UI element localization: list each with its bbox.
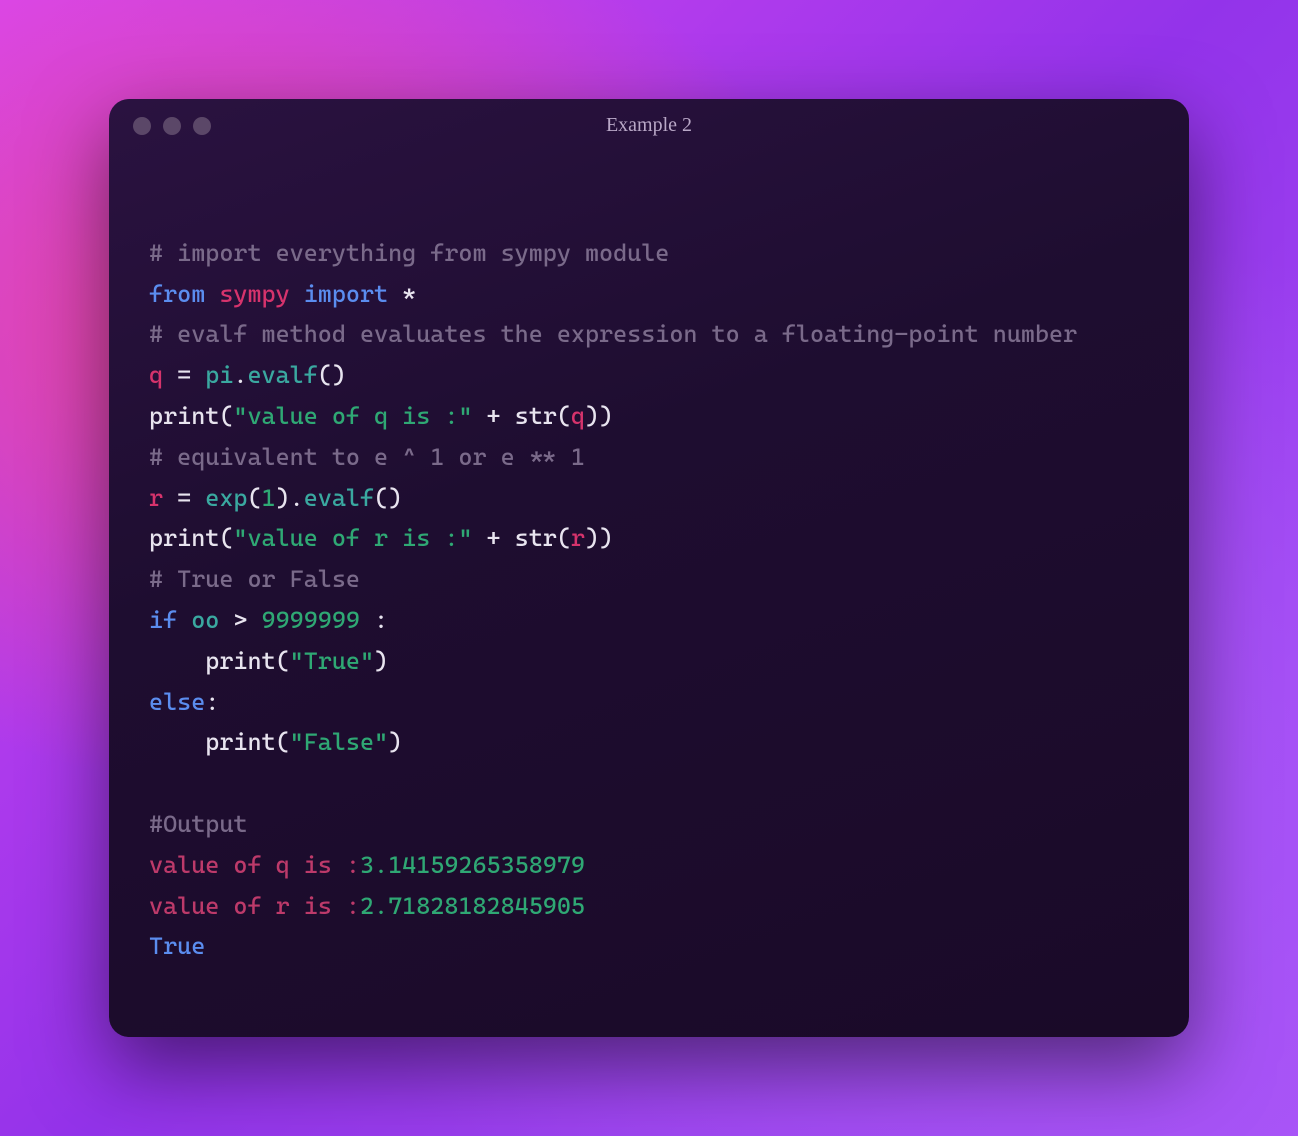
code-token: #Output xyxy=(149,810,247,838)
code-token: r xyxy=(571,524,585,552)
code-token: oo xyxy=(191,606,219,634)
code-token: "value of r is :" xyxy=(233,524,472,552)
code-token: import xyxy=(304,280,388,308)
code-token: # import everything from sympy module xyxy=(149,239,669,267)
code-token: value of r is : xyxy=(149,892,360,920)
code-token: evalf xyxy=(247,361,317,389)
traffic-lights xyxy=(133,117,211,135)
code-token: # True or False xyxy=(149,565,360,593)
code-token: if xyxy=(149,606,177,634)
code-token: str( xyxy=(515,524,571,552)
code-token: ( xyxy=(247,484,261,512)
code-token: print( xyxy=(149,402,233,430)
code-token: )) xyxy=(585,524,613,552)
code-token: print( xyxy=(149,647,290,675)
code-token: evalf xyxy=(304,484,374,512)
code-token: else xyxy=(149,688,205,716)
code-token: from xyxy=(149,280,205,308)
code-token: True xyxy=(149,932,205,960)
code-token: > xyxy=(219,606,261,634)
code-token: "False" xyxy=(290,728,388,756)
code-token: () xyxy=(318,361,346,389)
code-token: = xyxy=(163,484,205,512)
code-token xyxy=(205,280,219,308)
code-token: str( xyxy=(515,402,571,430)
minimize-icon[interactable] xyxy=(163,117,181,135)
code-token: print( xyxy=(149,728,290,756)
code-token: 1 xyxy=(262,484,276,512)
code-token xyxy=(177,606,191,634)
code-token: sympy xyxy=(219,280,289,308)
code-token: : xyxy=(205,688,219,716)
code-token: + xyxy=(472,524,514,552)
code-token: exp xyxy=(205,484,247,512)
code-token: ) xyxy=(374,647,388,675)
window-title: Example 2 xyxy=(109,114,1189,137)
code-token: q xyxy=(149,361,163,389)
code-token: : xyxy=(360,606,388,634)
close-icon[interactable] xyxy=(133,117,151,135)
code-token: print( xyxy=(149,524,233,552)
code-token: r xyxy=(149,484,163,512)
code-token: pi xyxy=(205,361,233,389)
code-block: # import everything from sympy module fr… xyxy=(149,233,1149,967)
code-token: 9999999 xyxy=(262,606,360,634)
titlebar: Example 2 xyxy=(109,99,1189,143)
code-token: 3.14159265358979 xyxy=(360,851,585,879)
code-token: = xyxy=(163,361,205,389)
code-token: "True" xyxy=(290,647,374,675)
code-token: + xyxy=(472,402,514,430)
code-token xyxy=(290,280,304,308)
code-token: # equivalent to e ^ 1 or e ** 1 xyxy=(149,443,585,471)
code-token: # evalf method evaluates the expression … xyxy=(149,320,1077,348)
code-token: value of q is : xyxy=(149,851,360,879)
code-token: ). xyxy=(276,484,304,512)
code-token: "value of q is :" xyxy=(233,402,472,430)
code-area: # import everything from sympy module fr… xyxy=(109,143,1189,1037)
code-window: Example 2 # import everything from sympy… xyxy=(109,99,1189,1037)
code-token: () xyxy=(374,484,402,512)
maximize-icon[interactable] xyxy=(193,117,211,135)
code-token: . xyxy=(233,361,247,389)
code-token: 2.71828182845905 xyxy=(360,892,585,920)
code-token: * xyxy=(388,280,416,308)
code-token: ) xyxy=(388,728,402,756)
code-token: )) xyxy=(585,402,613,430)
code-token: q xyxy=(571,402,585,430)
